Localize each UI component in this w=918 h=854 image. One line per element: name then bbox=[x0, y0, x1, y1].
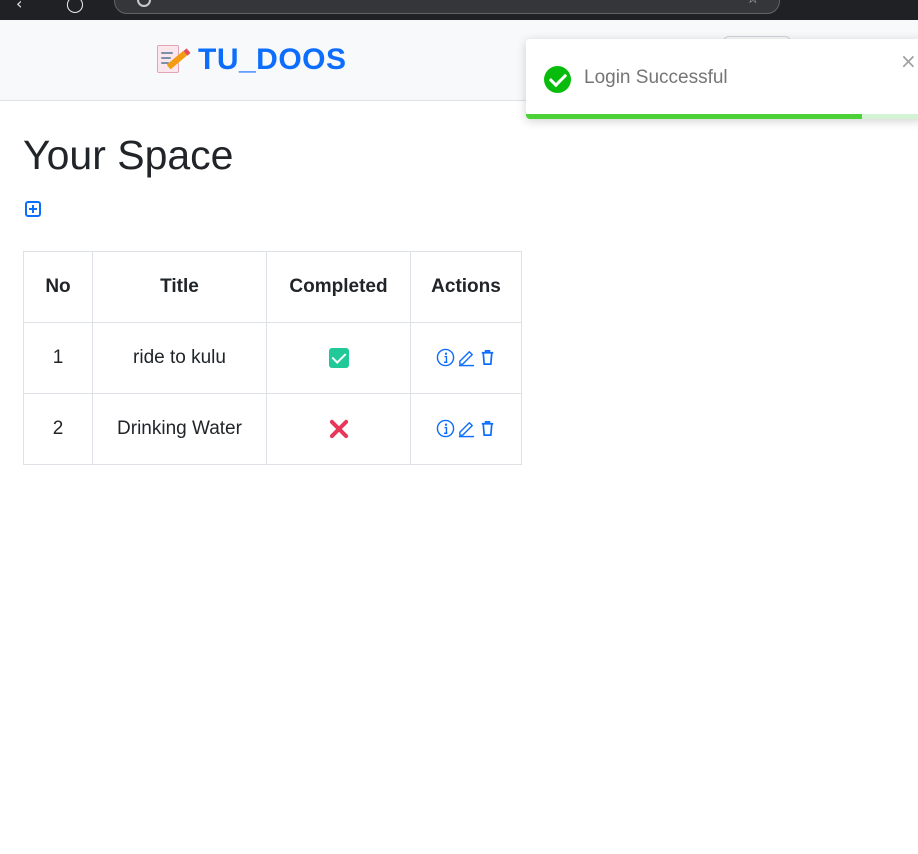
cell-no: 2 bbox=[23, 393, 93, 465]
toast-notification: Login Successful × bbox=[526, 39, 918, 119]
cell-completed bbox=[266, 393, 411, 465]
cell-actions bbox=[410, 393, 522, 465]
toast-message: Login Successful bbox=[584, 67, 728, 88]
cell-no: 1 bbox=[23, 322, 93, 394]
back-arrow-icon[interactable]: ‹ bbox=[16, 0, 22, 13]
info-circle-icon[interactable] bbox=[436, 348, 455, 367]
table-row: 2 Drinking Water bbox=[23, 393, 522, 465]
browser-toolbar: ‹ ◯ ☆ bbox=[0, 0, 918, 20]
pencil-icon[interactable] bbox=[457, 419, 476, 438]
close-icon[interactable]: × bbox=[900, 51, 917, 71]
cell-actions bbox=[410, 322, 522, 394]
brand-link[interactable]: TU_DOOS bbox=[154, 43, 347, 77]
header-no: No bbox=[23, 251, 93, 323]
header-completed: Completed bbox=[266, 251, 411, 323]
table-header-row: No Title Completed Actions bbox=[23, 251, 522, 323]
address-bar[interactable]: ☆ bbox=[114, 0, 780, 14]
toast-progress-bar bbox=[526, 114, 862, 119]
page-title: Your Space bbox=[23, 132, 234, 178]
pencil-icon[interactable] bbox=[457, 348, 476, 367]
check-square-icon bbox=[328, 347, 349, 368]
trash-icon[interactable] bbox=[478, 419, 497, 438]
cell-completed bbox=[266, 322, 411, 394]
cell-title: ride to kulu bbox=[92, 322, 267, 394]
memo-icon bbox=[154, 43, 191, 77]
site-info-icon[interactable] bbox=[137, 0, 151, 7]
brand-title: TU_DOOS bbox=[198, 43, 347, 76]
add-todo-button[interactable] bbox=[25, 201, 41, 217]
cell-title: Drinking Water bbox=[92, 393, 267, 465]
header-title: Title bbox=[92, 251, 267, 323]
bookmark-star-icon[interactable]: ☆ bbox=[746, 0, 759, 7]
todo-table: No Title Completed Actions 1 ride to kul… bbox=[23, 251, 522, 465]
header-actions: Actions bbox=[410, 251, 522, 323]
trash-icon[interactable] bbox=[478, 348, 497, 367]
table-row: 1 ride to kulu bbox=[23, 322, 522, 394]
reload-icon[interactable]: ◯ bbox=[66, 0, 84, 13]
success-check-icon bbox=[544, 66, 571, 93]
info-circle-icon[interactable] bbox=[436, 419, 455, 438]
x-mark-icon bbox=[328, 418, 350, 440]
